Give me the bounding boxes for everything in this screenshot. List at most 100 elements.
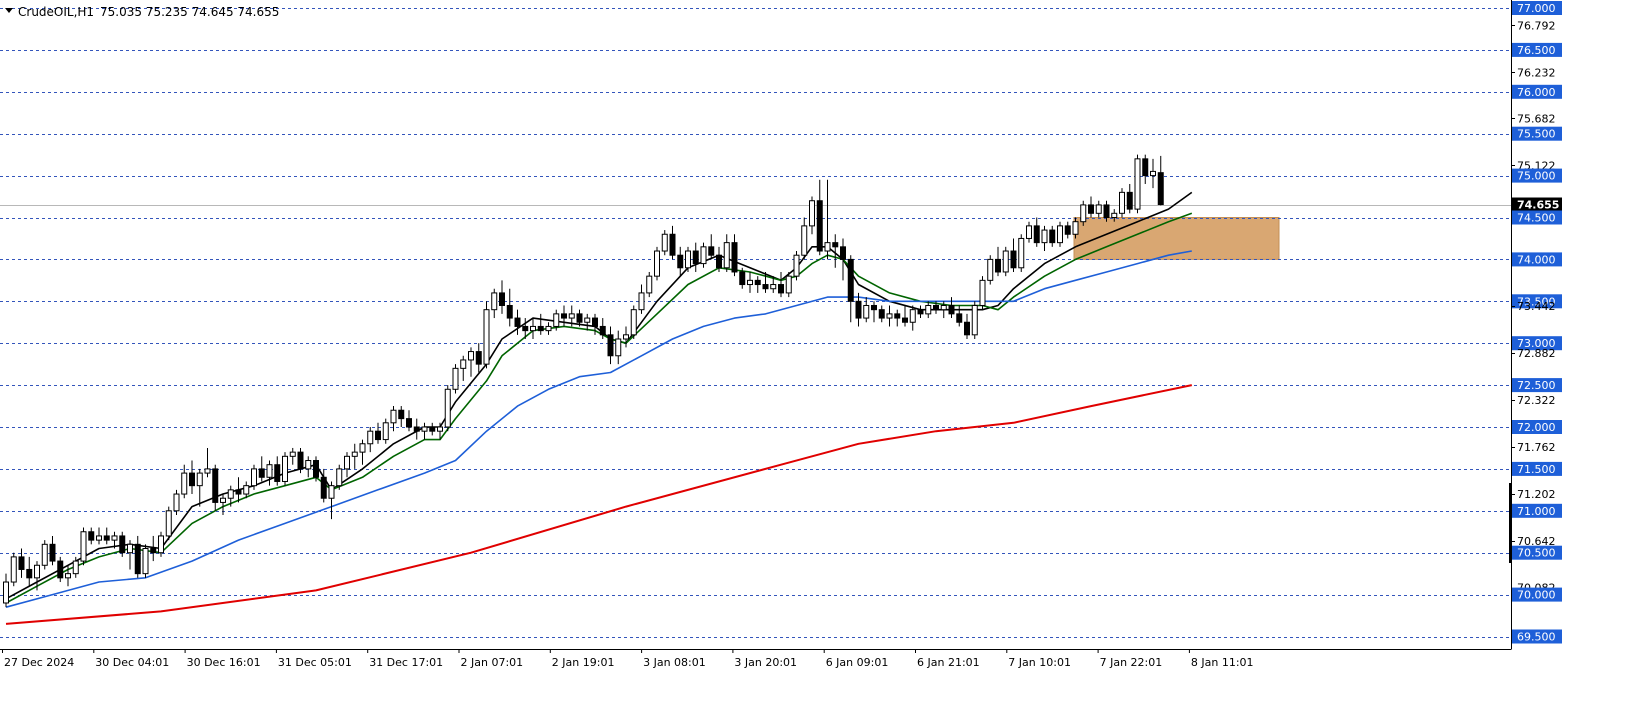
price-chart[interactable]: 77.000 76.792 76.500 76.232 76.000 75.682 75.5… [0,0,1651,706]
candle-body [1057,225,1063,244]
candle-body [398,409,405,420]
candle-body [979,279,986,306]
candle-body [995,258,1001,273]
candle [1134,154,1141,214]
candle-body [3,581,9,604]
candle-body [468,351,474,361]
candle-body [940,304,947,311]
candle-body [514,317,521,327]
candle-body [111,535,118,541]
candle [41,540,48,570]
candle-body [1157,172,1164,206]
candle-body [785,275,792,294]
candle-body [165,510,172,537]
candle-body [747,279,753,286]
level-tag-label: 72.000 [1517,421,1556,434]
candle-body [429,426,436,432]
candle-body [103,535,110,541]
candle-body [661,233,668,252]
candle-body [894,313,901,319]
time-tick-label: 31 Dec 05:01 [278,656,352,669]
level-tag-label: 70.000 [1517,589,1556,602]
candle-body [413,426,420,432]
candle-body [258,468,265,478]
candle-body [26,568,33,579]
candle-body [491,292,498,311]
candle [1018,234,1025,272]
candle-body [584,317,591,323]
candle [57,556,64,583]
candle-body [878,309,885,319]
price-tick-label: 72.322 [1517,394,1556,407]
candle [646,271,653,298]
candle-body [677,254,684,269]
level-tag-label: 77.000 [1517,2,1556,15]
candle-body [359,443,366,453]
candle-body [553,313,560,327]
candle [251,464,257,490]
price-tick-label: 71.762 [1517,441,1556,454]
candle [336,464,343,490]
price-tick-label: 76.232 [1517,66,1556,79]
candle [793,251,800,281]
candle-body [289,451,296,457]
candle-body [266,464,273,478]
candle-body [134,543,141,575]
time-tick-label: 7 Jan 22:01 [1100,656,1163,669]
candle-body [615,338,622,357]
candle [382,418,389,444]
time-tick-label: 8 Jan 11:01 [1191,656,1254,669]
candle-body [809,200,815,227]
candle-body [41,543,48,566]
candle-body [444,388,451,428]
candle-body [956,313,963,323]
candle-body [863,304,870,319]
candle-body [855,300,862,319]
time-tick-label: 2 Jan 07:01 [461,656,524,669]
candle-body [700,246,707,265]
candle-body [367,430,374,445]
candle-body [964,321,970,336]
candle [173,489,180,515]
candle [1002,246,1009,277]
candle-body [328,485,335,499]
candle-body [313,460,319,478]
candle-body [142,548,149,575]
candle-body [1103,204,1110,218]
candle-body [181,472,188,495]
price-tick-label: 72.882 [1517,347,1556,360]
candle-body [1072,221,1079,235]
candle-body [437,426,443,432]
candle-body [522,325,529,332]
chart-symbol: CrudeOIL,H1 [18,5,94,19]
candle-body [204,468,211,474]
level-tag-label: 75.000 [1517,170,1556,183]
candle-body [499,292,505,306]
candle-body [506,304,513,319]
candle-body [987,258,994,281]
candle-body [243,485,250,495]
candle-body [537,325,544,332]
candle-body [127,543,133,554]
candle-body [576,313,583,323]
candle-body [1088,204,1094,214]
candle-body [1126,191,1133,210]
candle [142,544,149,578]
candle-body [654,250,660,277]
candle-body [196,472,203,487]
candle-body [793,254,800,277]
candle-body [1080,204,1087,223]
candle-body [1111,212,1118,218]
candle-body [638,292,645,311]
candle [297,447,304,474]
candle-body [723,242,730,269]
candle-body [925,304,932,315]
candle-body [1018,237,1025,269]
candle-body [630,309,637,336]
candle-body [770,284,777,290]
candle-body [305,460,312,470]
level-tag-label: 75.500 [1517,128,1556,141]
candle [1057,221,1063,247]
candle-body [754,279,761,286]
candle-body [801,225,808,256]
